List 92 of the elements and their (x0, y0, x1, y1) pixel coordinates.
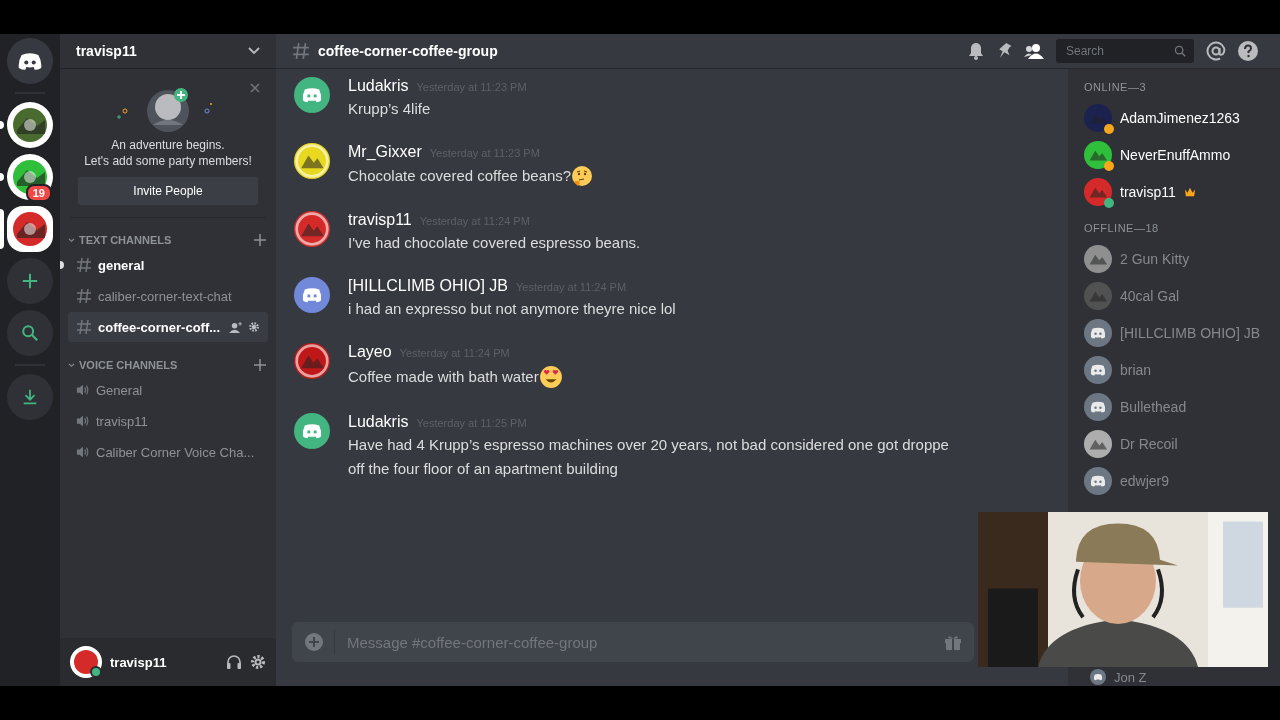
speaker-icon (76, 383, 90, 397)
user-avatar[interactable] (1084, 429, 1112, 458)
invite-people-button[interactable]: Invite People (78, 177, 258, 205)
search-icon (1174, 45, 1186, 57)
category-title[interactable]: TEXT CHANNELS (79, 234, 250, 246)
search-bar[interactable]: Search (1056, 39, 1194, 63)
mention-icon[interactable] (1206, 41, 1226, 61)
user-avatar[interactable] (294, 77, 330, 113)
author-name[interactable]: Layeo (348, 343, 392, 361)
member-name[interactable]: Jon Z (1114, 669, 1147, 685)
speaker-icon (76, 414, 90, 428)
channel-item[interactable]: coffee-corner-coff... (68, 312, 268, 342)
message-text: Have had 4 Krupp’s espresso machines over 20 years, not bad considered one got droppe (348, 435, 949, 455)
plus-icon (21, 272, 39, 290)
member-name[interactable]: [HILLCLIMB OHIO] JB (1120, 324, 1261, 341)
member-section-title: ONLINE—3 (1084, 81, 1148, 93)
search-icon (21, 324, 39, 342)
member-name[interactable]: Bullethead (1120, 398, 1187, 415)
member-name[interactable]: brian (1120, 361, 1152, 378)
settings-icon[interactable] (248, 321, 260, 333)
chevron-down-icon (68, 237, 75, 243)
hash-icon (76, 257, 92, 273)
member-name[interactable]: AdamJimenez1263 (1120, 109, 1240, 126)
author-name[interactable]: Ludakris (348, 413, 409, 431)
chevron-down-icon (248, 47, 260, 55)
search-field[interactable]: Search (1064, 43, 1174, 59)
bell-icon[interactable] (968, 42, 984, 60)
hash-icon (76, 288, 92, 304)
member-name[interactable]: NeverEnuffAmmo (1120, 146, 1231, 163)
author-name[interactable]: [HILLCLIMB OHIO] JB (348, 277, 509, 295)
category-title[interactable]: VOICE CHANNELS (79, 359, 250, 371)
invite-text: An adventure begins. (111, 137, 225, 153)
message-text: Krupp’s 4life (348, 99, 431, 119)
home-button[interactable] (7, 38, 53, 84)
username: travisp11 (110, 654, 168, 670)
user-avatar[interactable] (70, 646, 102, 678)
user-avatar[interactable] (1084, 103, 1112, 132)
author-name[interactable]: travisp11 (348, 211, 412, 229)
channel-item[interactable]: general (68, 250, 268, 280)
emoji-icon (538, 365, 563, 389)
user-avatar[interactable] (294, 413, 330, 449)
settings-icon[interactable] (250, 654, 266, 670)
discord-logo-icon (17, 51, 43, 71)
hash-icon (76, 319, 92, 335)
invite-text: Let's add some party members! (84, 153, 252, 169)
plus-icon[interactable] (254, 234, 266, 246)
member-name[interactable]: Dr Recoil (1120, 435, 1178, 452)
channel-item[interactable]: caliber-corner-text-chat (68, 281, 268, 311)
user-avatar[interactable] (1090, 669, 1106, 685)
add-member-icon[interactable] (229, 321, 242, 333)
member-name[interactable]: edwjer9 (1120, 472, 1170, 489)
member-name[interactable]: 40cal Gal (1120, 287, 1180, 304)
message-text: I've had chocolate covered espresso beans. (348, 233, 641, 253)
speaker-icon (76, 445, 90, 459)
channel-title: coffee-corner-coffee-group (318, 43, 498, 59)
message-text: Chocolate covered coffee beans? (348, 166, 572, 186)
server-icon[interactable] (7, 206, 53, 252)
user-avatar[interactable] (1084, 466, 1112, 495)
message-text: Coffee made with bath water (348, 367, 539, 387)
author-name[interactable]: Mr_Gixxer (348, 143, 422, 161)
user-avatar[interactable] (1084, 392, 1112, 421)
close-icon[interactable] (250, 83, 260, 93)
user-avatar[interactable] (1084, 140, 1112, 169)
message-text: off the four floor of an apartment building (348, 459, 618, 479)
member-name[interactable]: 2 Gun Kitty (1120, 250, 1190, 267)
download-button[interactable] (7, 374, 53, 420)
user-avatar[interactable] (294, 143, 330, 179)
headphones-icon[interactable] (226, 654, 242, 670)
hash-icon (292, 42, 310, 60)
server-name: travisp11 (76, 43, 137, 59)
mention-badge: 19 (25, 184, 52, 202)
plus-icon[interactable] (254, 359, 266, 371)
channel-item[interactable]: travisp11 (68, 406, 268, 436)
channel-item[interactable]: Caliber Corner Voice Cha... (68, 437, 268, 467)
server-header[interactable]: travisp11 (60, 34, 276, 69)
search-button[interactable] (7, 310, 53, 356)
add-server-button[interactable] (7, 258, 53, 304)
members-icon[interactable] (1024, 43, 1044, 59)
user-avatar[interactable] (294, 277, 330, 313)
member-name[interactable]: travisp11 (1120, 183, 1176, 200)
user-avatar[interactable] (1084, 355, 1112, 384)
chevron-down-icon (68, 362, 75, 368)
emoji-icon (571, 165, 594, 187)
user-avatar[interactable] (294, 211, 330, 247)
channel-item[interactable]: General (68, 375, 268, 405)
user-avatar[interactable] (1084, 318, 1112, 347)
download-icon (21, 388, 39, 406)
member-section-title: OFFLINE—18 (1084, 222, 1160, 234)
message-text: i had an expresso but not anymore theyre nice lol (348, 299, 676, 319)
author-name[interactable]: Ludakris (348, 77, 409, 95)
help-icon[interactable] (1238, 41, 1258, 61)
server-icon[interactable] (7, 102, 53, 148)
